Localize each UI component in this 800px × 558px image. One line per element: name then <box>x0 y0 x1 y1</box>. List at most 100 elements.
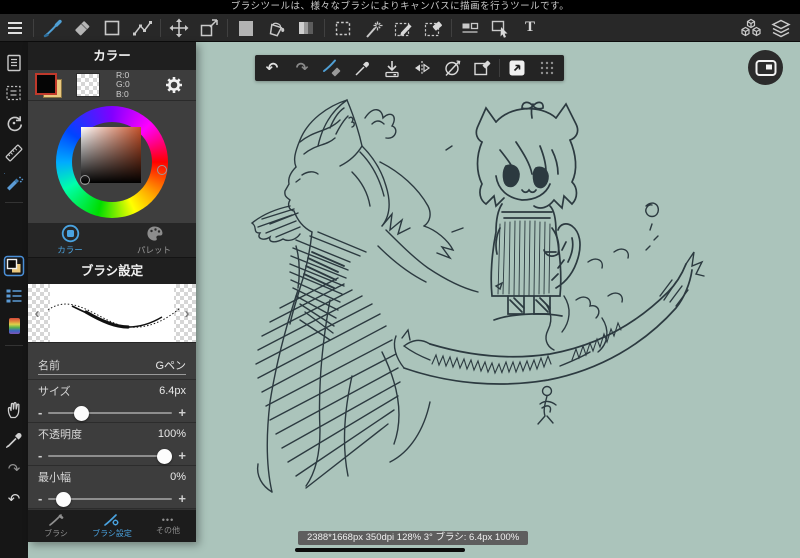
opacity-minus-button[interactable]: - <box>38 449 42 462</box>
saturation-value-square[interactable] <box>81 127 141 183</box>
select-pen-icon <box>392 17 414 39</box>
hue-marker[interactable] <box>157 165 167 175</box>
color-wheel-area <box>28 101 196 223</box>
brush-name-underline <box>38 374 186 375</box>
hand-tool-button[interactable] <box>0 394 28 424</box>
brush-minwidth-row: 最小幅 0% - + <box>28 466 196 509</box>
toolbar-drag-handle[interactable] <box>532 55 562 81</box>
layers-icon <box>770 17 792 39</box>
clear-button[interactable] <box>467 55 497 81</box>
eyedropper-button[interactable] <box>347 55 377 81</box>
rainbow-palette-button[interactable] <box>0 311 28 341</box>
select-tool-button[interactable] <box>328 14 358 42</box>
floating-toolbar: ↶ ↷ <box>255 55 564 81</box>
panel-divide-icon <box>459 17 481 39</box>
move-tool-button[interactable] <box>164 14 194 42</box>
brush-name-label: 名前 <box>38 360 60 372</box>
transform-tool-button[interactable] <box>194 14 224 42</box>
menu-button[interactable] <box>0 14 30 42</box>
redo-icon: ↷ <box>295 59 309 77</box>
shape-tool-button[interactable] <box>97 14 127 42</box>
size-slider-thumb[interactable] <box>74 405 90 421</box>
size-slider[interactable] <box>48 405 173 421</box>
ruler-button[interactable] <box>0 138 28 168</box>
undo-sidebar-button[interactable]: ↶ <box>0 484 28 514</box>
tab-brush[interactable]: ブラシ <box>28 510 84 542</box>
navigator-button[interactable] <box>748 50 783 85</box>
gradient-tool-button[interactable] <box>291 14 321 42</box>
color-settings-button[interactable] <box>164 75 184 95</box>
panel-divide-button[interactable] <box>455 14 485 42</box>
select-eraser-button[interactable] <box>418 14 448 42</box>
hand-icon <box>4 399 24 419</box>
eyedropper-sidebar-button[interactable] <box>0 424 28 454</box>
brush-tab-label: ブラシ <box>44 529 68 538</box>
layer-list-button[interactable] <box>0 281 28 311</box>
pages-button[interactable] <box>0 48 28 78</box>
color-panel-tabs: カラー パレット <box>28 223 196 258</box>
brush-tool-button[interactable] <box>37 14 67 42</box>
flip-horizontal-button[interactable] <box>407 55 437 81</box>
brush-size-label: サイズ <box>38 385 71 398</box>
flip-icon <box>412 58 432 78</box>
minwidth-minus-button[interactable]: - <box>38 492 42 505</box>
color-panel-toggle[interactable] <box>0 251 28 281</box>
size-plus-button[interactable]: + <box>178 406 186 419</box>
eraser-tool-button[interactable] <box>67 14 97 42</box>
move-icon <box>168 17 190 39</box>
redo-button[interactable]: ↷ <box>287 55 317 81</box>
sv-marker[interactable] <box>80 175 90 185</box>
transparent-color-swatch[interactable] <box>76 73 100 97</box>
select-pen-button[interactable] <box>388 14 418 42</box>
minwidth-plus-button[interactable]: + <box>178 492 186 505</box>
airbrush-button[interactable] <box>0 168 28 198</box>
tab-others[interactable]: ••• その他 <box>140 510 196 542</box>
minwidth-slider[interactable] <box>48 491 173 507</box>
opacity-slider[interactable] <box>48 448 173 464</box>
text-tool-icon: T <box>524 19 535 35</box>
toolbar-separator <box>324 18 325 37</box>
opacity-slider-thumb[interactable] <box>157 448 173 464</box>
brush-size-value: 6.4px <box>159 384 186 397</box>
eyedropper-icon <box>352 58 372 78</box>
operation-cursor-icon <box>489 17 511 39</box>
minwidth-slider-thumb[interactable] <box>55 491 71 507</box>
tab-palette[interactable]: パレット <box>112 223 196 257</box>
brush-name-value[interactable]: Gペン <box>155 357 186 373</box>
swatch-row: R:0 G:0 B:0 <box>28 70 196 101</box>
selection-list-button[interactable] <box>0 78 28 108</box>
size-minus-button[interactable]: - <box>38 406 42 419</box>
fill-tool-button[interactable] <box>231 14 261 42</box>
brush-next-button[interactable]: › <box>178 284 196 342</box>
reset-rotation-button[interactable] <box>437 55 467 81</box>
operation-tool-button[interactable] <box>485 14 515 42</box>
opacity-plus-button[interactable]: + <box>178 449 186 462</box>
undo-button[interactable]: ↶ <box>257 55 287 81</box>
redo-sidebar-button[interactable]: ↷ <box>0 454 28 484</box>
bucket-tool-button[interactable] <box>261 14 291 42</box>
tab-color[interactable]: カラー <box>28 223 112 257</box>
sketch-drawing[interactable] <box>196 42 800 558</box>
magic-wand-icon <box>362 17 384 39</box>
brush-prev-button[interactable]: ‹ <box>28 284 46 342</box>
brush-eraser-icon <box>321 57 343 79</box>
save-button[interactable] <box>377 55 407 81</box>
foreground-color-swatch[interactable] <box>35 72 62 98</box>
brush-eraser-toggle[interactable] <box>317 55 347 81</box>
brush-settings-tab-label: ブラシ設定 <box>92 529 132 538</box>
brush-panel-tabs: ブラシ ブラシ設定 ••• その他 <box>28 510 196 542</box>
layers-panel-button[interactable] <box>766 14 796 42</box>
magic-wand-button[interactable] <box>358 14 388 42</box>
brush-tab-icon <box>48 513 64 527</box>
home-indicator[interactable] <box>295 548 465 552</box>
polyline-tool-button[interactable] <box>127 14 157 42</box>
rotate-view-button[interactable] <box>0 108 28 138</box>
polyline-icon <box>131 17 153 39</box>
text-tool-button[interactable]: T <box>515 14 545 42</box>
no-rotate-icon <box>442 58 462 78</box>
pen-mode-button[interactable] <box>502 55 532 81</box>
ruler-icon <box>4 143 24 163</box>
tab-brush-settings[interactable]: ブラシ設定 <box>84 510 140 542</box>
materials-button[interactable] <box>736 14 766 42</box>
more-dots-icon: ••• <box>161 515 175 525</box>
